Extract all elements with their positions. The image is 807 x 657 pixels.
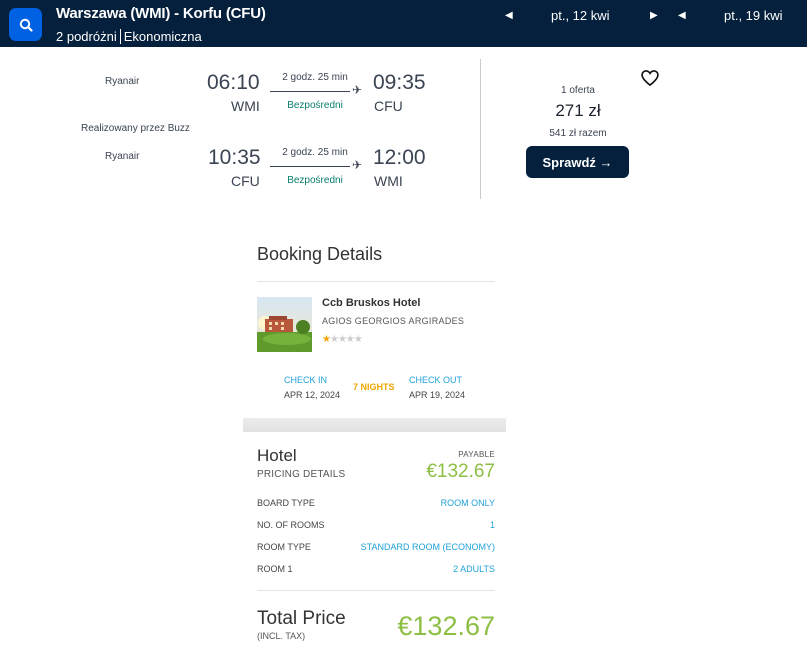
offers-count: 1 oferta: [561, 85, 595, 96]
room-1-label: ROOM 1: [257, 564, 293, 574]
departure-code: WMI: [231, 98, 260, 114]
total-value: €132.67: [397, 611, 495, 641]
flight-duration: 2 godz. 25 min: [282, 147, 348, 158]
chevron-left-icon[interactable]: ◀: [678, 10, 686, 21]
star-icon: ★: [345, 334, 355, 345]
room-type-value: STANDARD ROOM (ECONOMY): [360, 542, 495, 552]
payable-label: PAYABLE: [458, 450, 495, 459]
rooms-value: 1: [489, 520, 495, 530]
checkin-date: APR 12, 2024: [284, 390, 341, 400]
departure-code: CFU: [231, 173, 260, 189]
flight-line: [270, 91, 350, 92]
booking-title: Booking Details: [257, 244, 383, 264]
cabin-label: Ekonomiczna: [123, 29, 202, 44]
checkout-date: APR 19, 2024: [409, 390, 466, 400]
check-button[interactable]: Sprawdź →: [526, 146, 629, 178]
star-icon: ★: [329, 334, 339, 345]
divider: [257, 281, 495, 282]
star-rating: ★★★★★: [322, 334, 363, 345]
arrival-code: WMI: [374, 173, 403, 189]
top-bar: Warszawa (WMI) - Korfu (CFU) 2 podróżni …: [0, 0, 807, 47]
trip-summary[interactable]: 2 podróżni Ekonomiczna: [56, 29, 202, 44]
tax-note: (INCL. TAX): [257, 631, 306, 641]
flight-duration: 2 godz. 25 min: [282, 72, 348, 83]
hotel-image[interactable]: [257, 297, 312, 352]
pricing-title: Hotel: [257, 446, 297, 465]
airline-name: Ryanair: [105, 151, 140, 162]
divider: [119, 29, 121, 44]
flight-card[interactable]: Ryanair 06:10 WMI 2 godz. 25 min ✈ Bezpo…: [0, 47, 807, 207]
nights-count: 7 NIGHTS: [353, 382, 395, 392]
board-type-value: ROOM ONLY: [440, 498, 495, 508]
payable-value: €132.67: [426, 461, 495, 482]
flight-line: [270, 166, 350, 167]
operated-by: Realizowany przez Buzz: [81, 123, 190, 134]
airline-name: Ryanair: [105, 76, 140, 87]
chevron-left-icon[interactable]: ◀: [505, 10, 513, 21]
hotel-location: AGIOS GEORGIOS ARGIRADES: [322, 316, 465, 326]
stops-label: Bezpośredni: [287, 100, 343, 111]
departure-time: 10:35: [208, 146, 261, 169]
total-price: 541 zł razem: [549, 128, 607, 139]
arrival-time: 12:00: [373, 146, 426, 169]
hotel-name[interactable]: Ccb Bruskos Hotel: [322, 297, 420, 309]
search-icon: [19, 18, 33, 32]
star-icon: ★: [322, 334, 331, 345]
chevron-right-icon[interactable]: ▶: [650, 10, 658, 21]
depart-date[interactable]: pt., 12 kwi: [551, 8, 610, 23]
pricing-subtitle: PRICING DETAILS: [257, 469, 346, 480]
star-icon: ★: [337, 334, 347, 345]
divider: [257, 590, 495, 591]
plane-icon: ✈: [352, 83, 363, 97]
arrival-code: CFU: [374, 98, 403, 114]
room-1-value: 2 ADULTS: [453, 564, 495, 574]
checkout-label: CHECK OUT: [409, 375, 463, 385]
plane-icon: ✈: [352, 158, 363, 172]
price: 271 zł: [555, 101, 601, 120]
divider: [480, 59, 481, 199]
checkin-label: CHECK IN: [284, 375, 328, 385]
travelers-label: 2 podróżni: [56, 29, 117, 44]
search-button[interactable]: [9, 8, 42, 41]
star-icon: ★: [353, 334, 363, 345]
total-title: Total Price: [257, 608, 346, 629]
stops-label: Bezpośredni: [287, 175, 343, 186]
heart-icon[interactable]: [640, 68, 660, 88]
return-date[interactable]: pt., 19 kwi: [724, 8, 783, 23]
arrival-time: 09:35: [373, 71, 426, 94]
section-divider: [243, 418, 506, 432]
departure-time: 06:10: [207, 71, 260, 94]
route-title[interactable]: Warszawa (WMI) - Korfu (CFU): [56, 5, 266, 22]
